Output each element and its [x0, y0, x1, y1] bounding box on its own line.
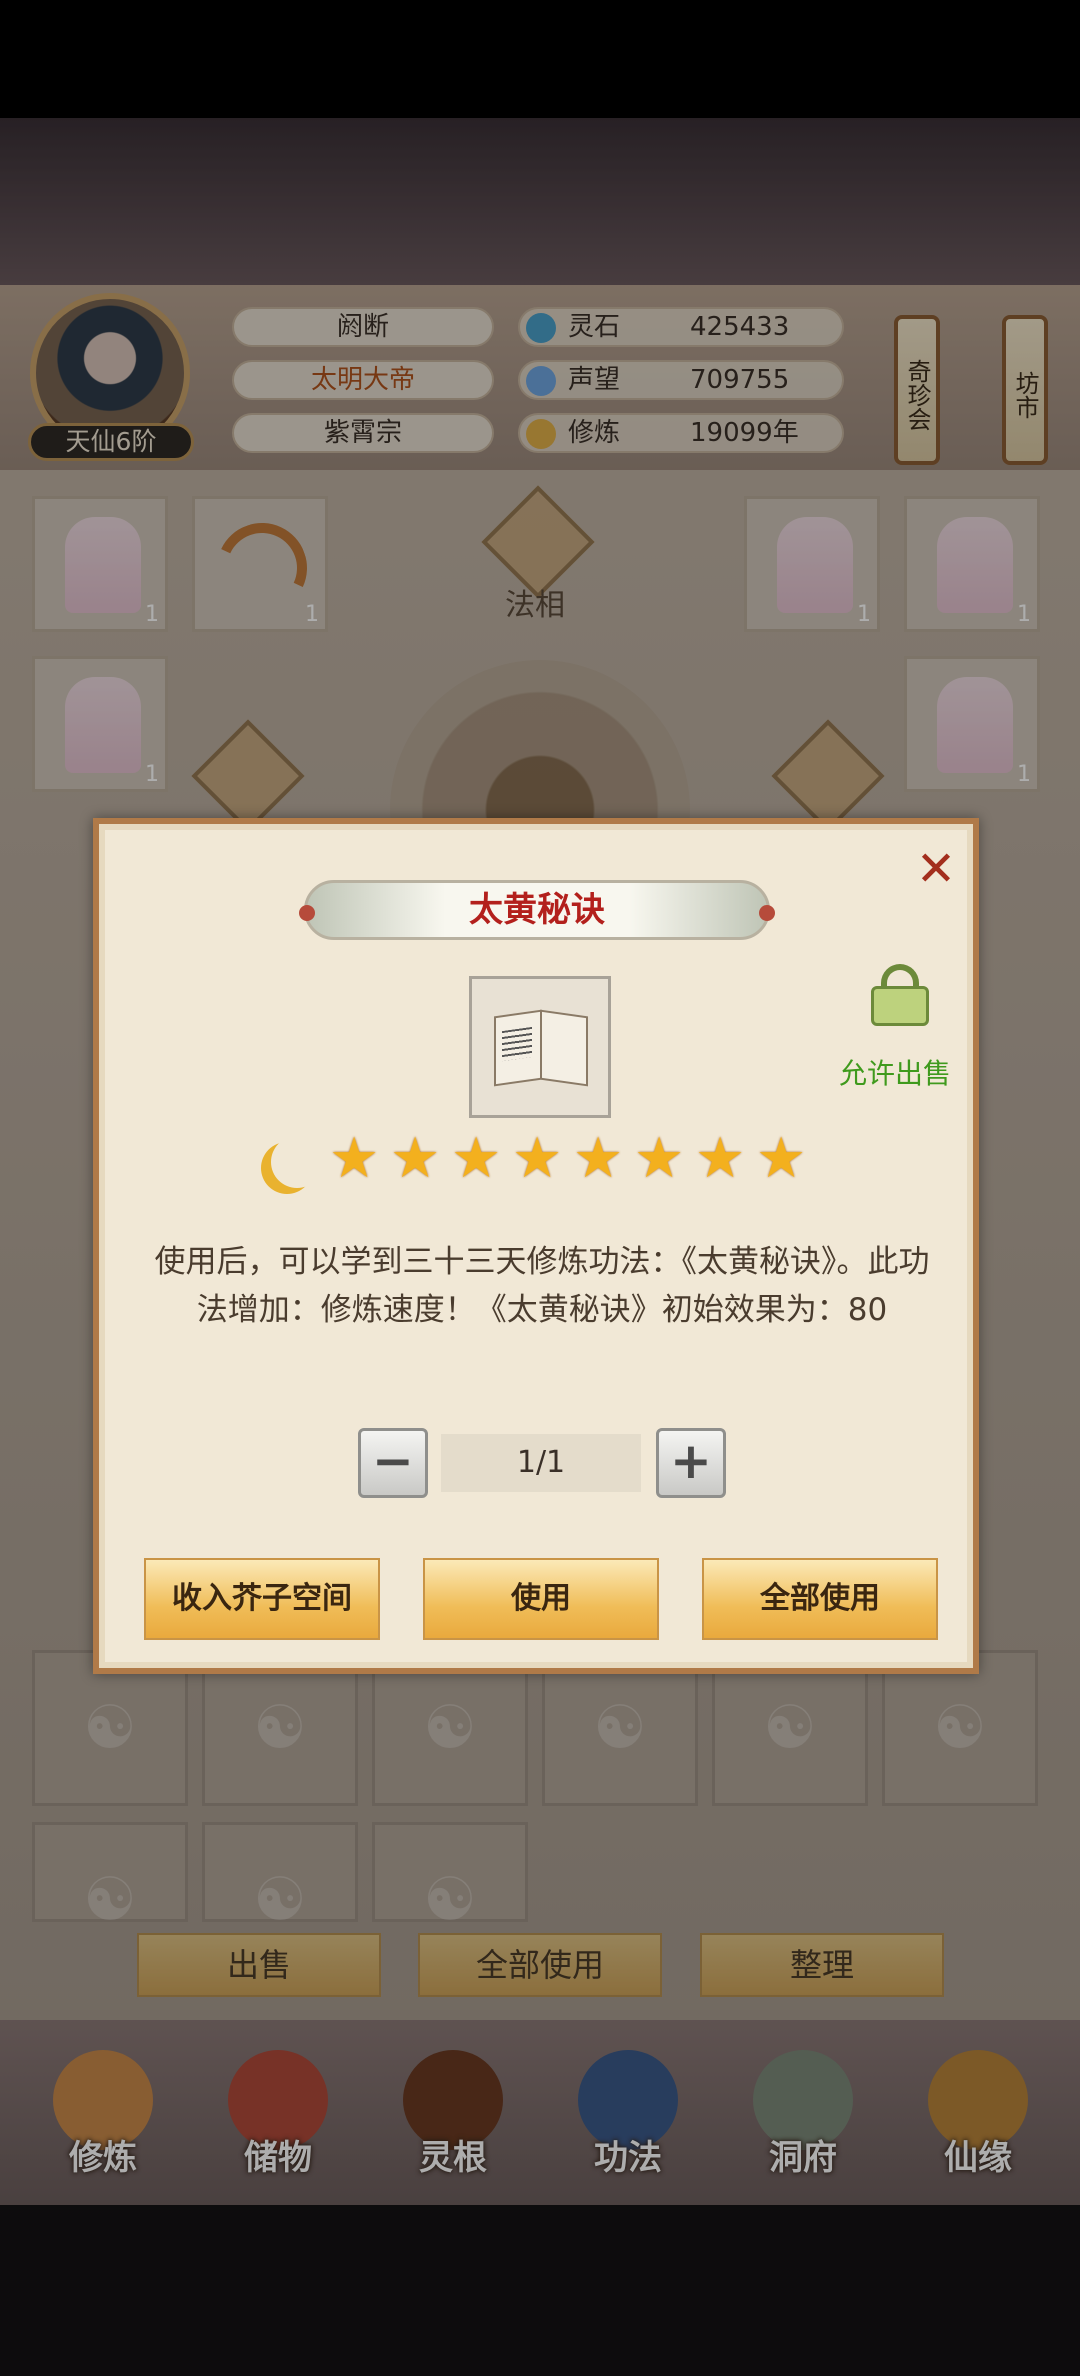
use-all-dialog-button[interactable]: 全部使用 [702, 1558, 938, 1640]
unlocked-lock-icon [865, 960, 935, 1030]
decrease-quantity-button[interactable]: − [358, 1428, 428, 1498]
star-icon: ★ [634, 1126, 685, 1191]
star-rating: ★ ★ ★ ★ ★ ★ ★ ★ [329, 1128, 811, 1192]
star-icon: ★ [329, 1126, 380, 1191]
open-book-icon [494, 1003, 590, 1093]
item-icon-frame [469, 976, 611, 1118]
star-icon: ★ [451, 1126, 502, 1191]
sell-status-label: 允许出售 [839, 1057, 952, 1090]
increase-quantity-button[interactable]: + [656, 1428, 726, 1498]
status-bar-area [0, 0, 1080, 118]
star-icon: ★ [390, 1126, 441, 1191]
dialog-title: 太黄秘诀 [299, 880, 775, 940]
moon-icon [271, 1136, 323, 1188]
item-detail-dialog: 太黄秘诀 ✕ 允许出售 ★ ★ ★ ★ ★ ★ ★ ★ 使用后，可以学到三十三天修炼功法：《太… [93, 818, 979, 1674]
use-button[interactable]: 使用 [423, 1558, 659, 1640]
star-icon: ★ [573, 1126, 624, 1191]
star-icon: ★ [512, 1126, 563, 1191]
star-icon: ★ [695, 1126, 746, 1191]
star-icon: ★ [756, 1126, 807, 1191]
item-description: 使用后，可以学到三十三天修炼功法：《太黄秘诀》。此功法增加：修炼速度！《太黄秘诀… [154, 1244, 930, 1328]
close-icon[interactable]: ✕ [911, 844, 961, 894]
store-to-space-button[interactable]: 收入芥子空间 [144, 1558, 380, 1640]
bottom-safe-area [0, 2205, 1080, 2376]
quantity-display: 1/1 [441, 1434, 641, 1492]
